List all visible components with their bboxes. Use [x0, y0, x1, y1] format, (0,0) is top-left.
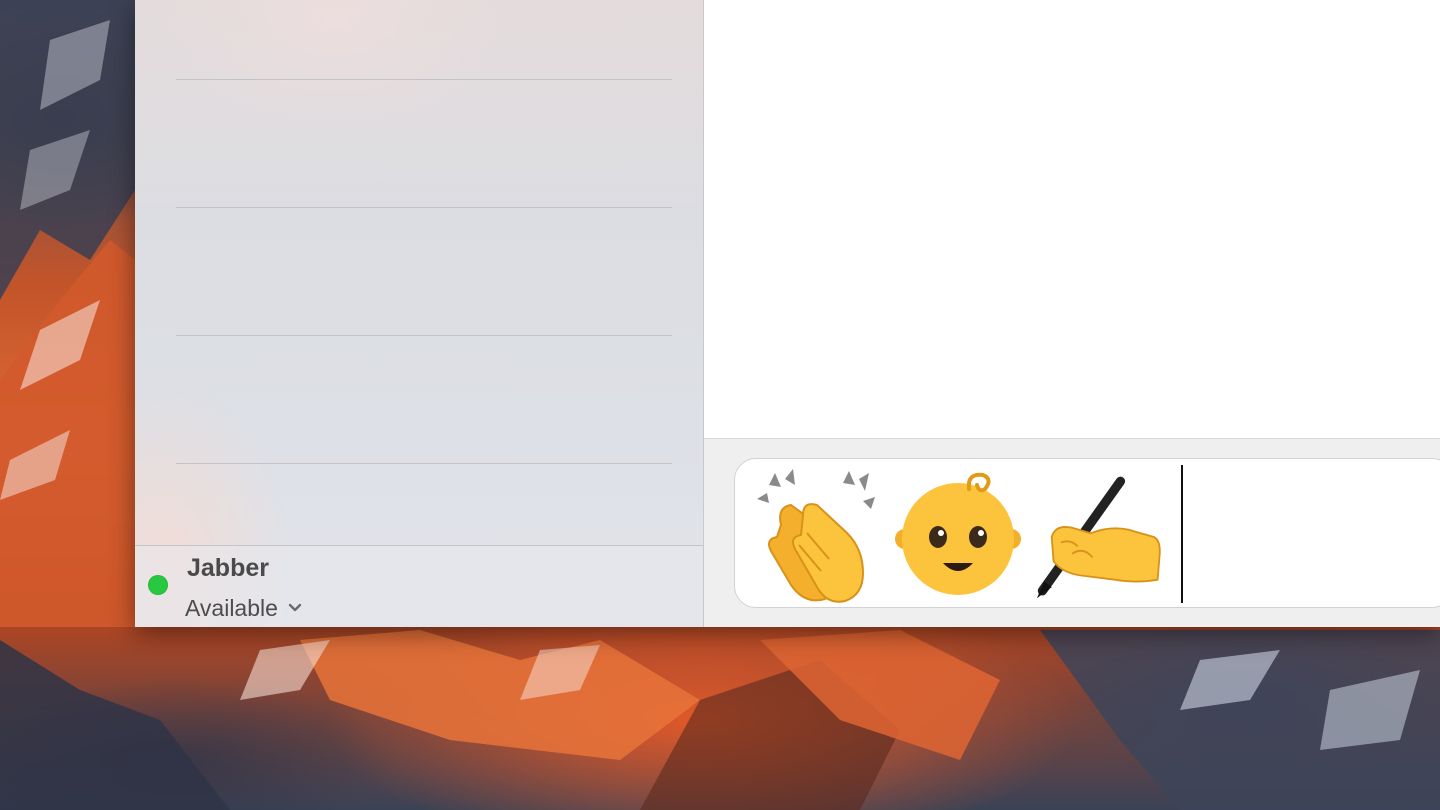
account-status-bar: Jabber Available	[135, 545, 703, 627]
status-dropdown[interactable]: Available	[185, 593, 302, 623]
sidebar-row-separator	[176, 207, 672, 208]
baby-emoji	[895, 472, 1021, 595]
message-transcript	[704, 0, 1440, 438]
status-dot-icon	[148, 575, 168, 595]
sidebar-row-separator	[176, 463, 672, 464]
messages-window: Jabber Available	[135, 0, 1440, 627]
status-label: Available	[185, 594, 278, 621]
conversation-sidebar: Jabber Available	[135, 0, 704, 627]
emoji-content	[751, 467, 1165, 607]
message-input[interactable]	[734, 458, 1440, 608]
clapping-hands-emoji	[757, 469, 875, 603]
text-caret	[1181, 465, 1183, 603]
chevron-down-icon	[288, 603, 302, 612]
sidebar-row-separator	[176, 79, 672, 80]
chat-pane	[704, 0, 1440, 627]
account-name: Jabber	[187, 554, 269, 582]
sidebar-row-separator	[176, 335, 672, 336]
writing-hand-emoji	[1036, 476, 1161, 599]
compose-bar	[704, 438, 1440, 627]
